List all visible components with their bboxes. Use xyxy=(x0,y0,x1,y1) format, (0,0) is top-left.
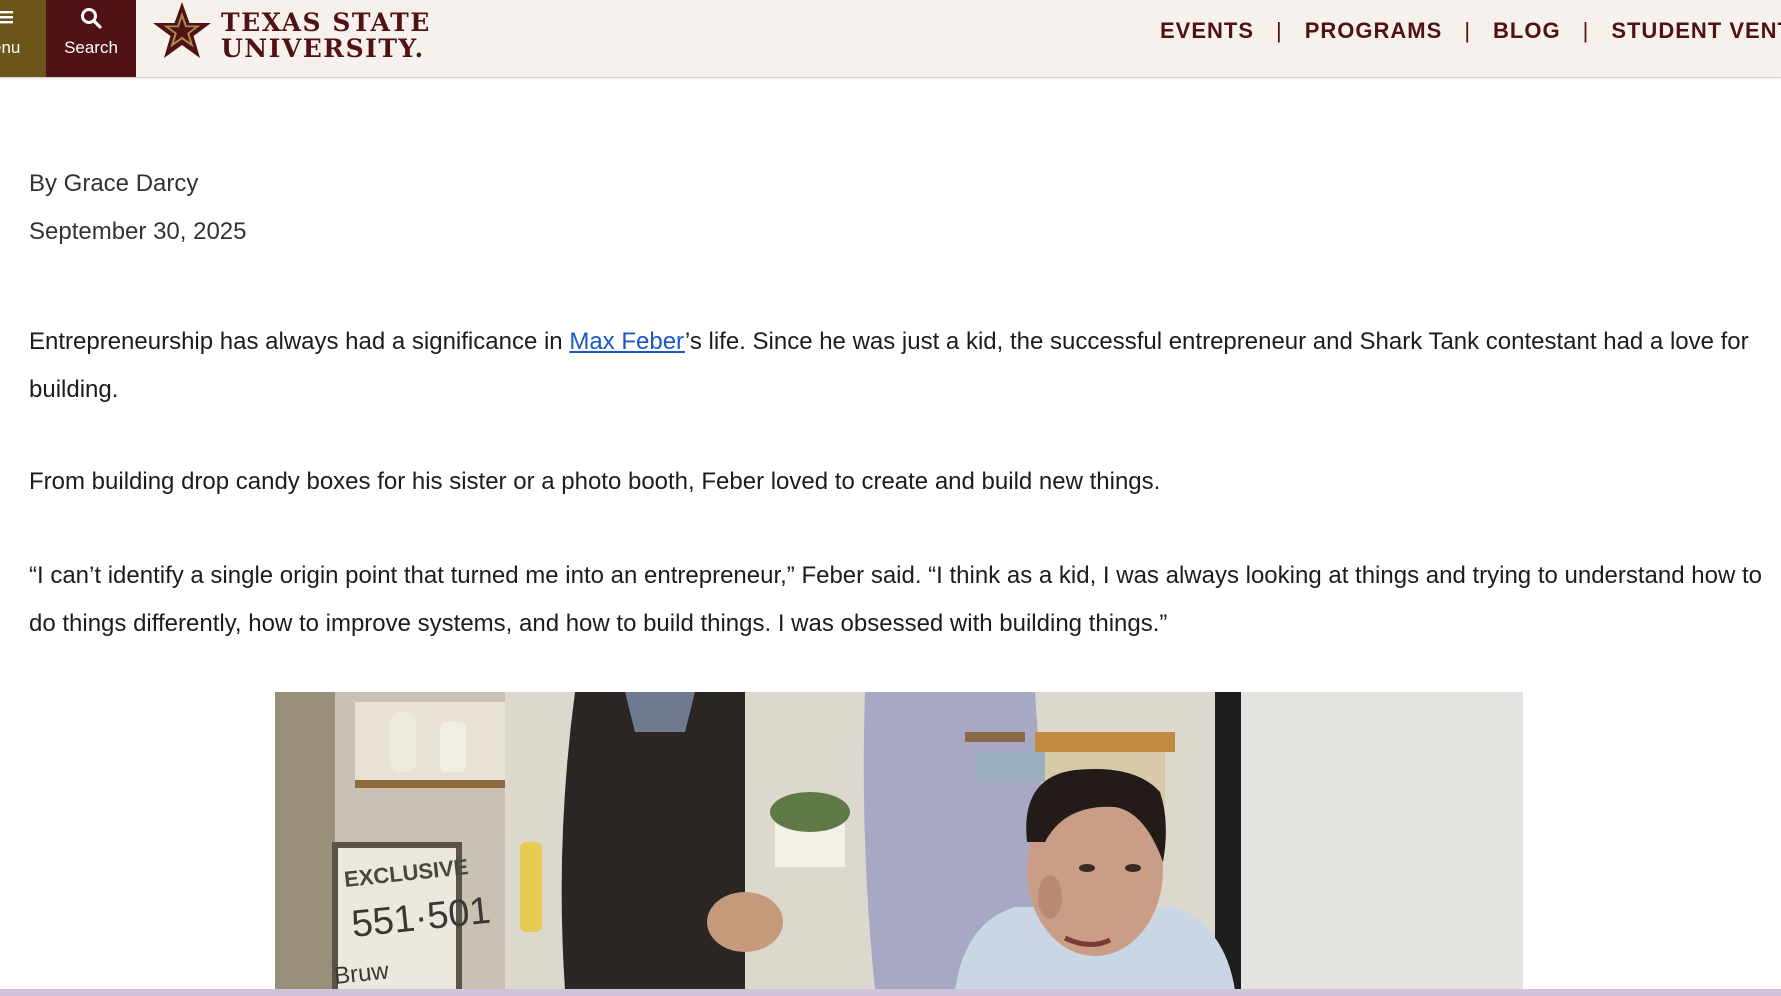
max-feber-link[interactable]: Max Feber xyxy=(569,328,685,355)
article-paragraph: Entrepreneurship has always had a signif… xyxy=(29,318,1769,414)
logo-text-line2: UNIVERSITY. xyxy=(221,34,425,63)
search-button[interactable]: Search xyxy=(46,0,136,77)
nav-separator: | xyxy=(1464,18,1472,43)
main-nav: EVENTS | PROGRAMS | BLOG | STUDENT VENTU xyxy=(1160,18,1781,44)
menu-label: enu xyxy=(0,38,21,57)
article-paragraph: From building drop candy boxes for his s… xyxy=(29,468,1161,495)
site-header: enu Search TEXAS STATE UNIVERSITY. EVENT… xyxy=(0,0,1781,78)
article-paragraph: “I can’t identify a single origin point … xyxy=(29,562,1762,637)
menu-button[interactable]: enu xyxy=(0,0,46,77)
photo-illustration: EXCLUSIVE 551·501 Bruw xyxy=(275,692,1523,990)
nav-separator: | xyxy=(1582,18,1590,43)
nav-item-blog[interactable]: BLOG xyxy=(1493,18,1561,44)
search-label: Search xyxy=(64,38,118,57)
paragraph-text: Entrepreneurship has always had a signif… xyxy=(29,328,570,355)
logo-text-line1: TEXAS STATE xyxy=(221,8,431,37)
search-icon xyxy=(81,8,102,29)
article-date: September 30, 2025 xyxy=(29,218,247,245)
university-logo[interactable]: TEXAS STATE UNIVERSITY. xyxy=(149,0,429,66)
article-byline: By Grace Darcy xyxy=(29,170,199,197)
nav-item-events[interactable]: EVENTS xyxy=(1160,18,1254,44)
star-logo-icon xyxy=(153,2,211,58)
nav-item-student-ventures[interactable]: STUDENT VENTU xyxy=(1611,18,1781,44)
nav-separator: | xyxy=(1276,18,1283,43)
sign-text-3: Bruw xyxy=(333,957,391,990)
hamburger-icon xyxy=(0,11,13,24)
article-photo: EXCLUSIVE 551·501 Bruw xyxy=(275,692,1523,990)
nav-item-programs[interactable]: PROGRAMS xyxy=(1305,18,1443,44)
bottom-edge-bar xyxy=(0,989,1781,996)
